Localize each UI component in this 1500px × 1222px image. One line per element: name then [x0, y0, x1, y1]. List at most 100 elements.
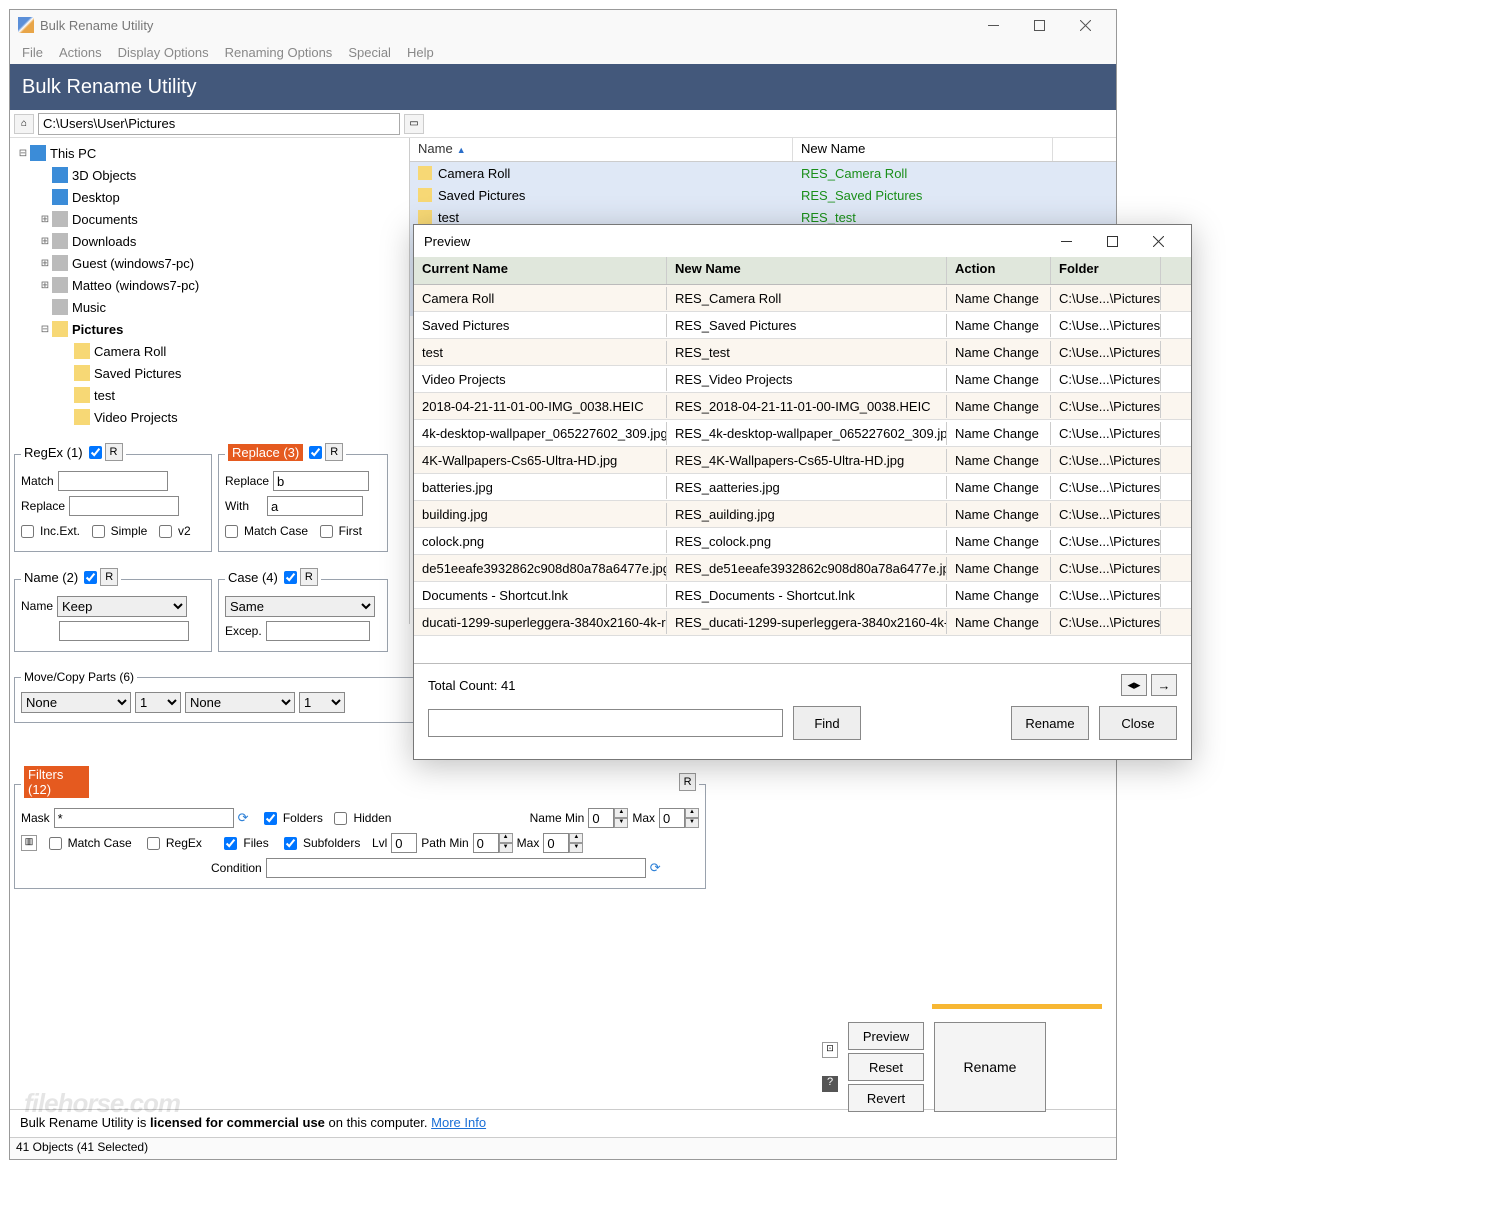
pv-col-current[interactable]: Current Name	[414, 257, 667, 284]
col-newname[interactable]: New Name	[793, 138, 1053, 161]
minimize-button[interactable]	[970, 11, 1016, 39]
tree-expand-icon[interactable]: ⊞	[38, 214, 52, 225]
dialog-maximize-button[interactable]	[1089, 227, 1135, 255]
name-enable-check[interactable]	[84, 571, 97, 584]
tree-expand-icon[interactable]: ⊞	[38, 258, 52, 269]
preview-row[interactable]: Camera RollRES_Camera RollName ChangeC:\…	[414, 285, 1191, 312]
reset-button[interactable]: Reset	[848, 1053, 924, 1081]
list-row[interactable]: Saved PicturesRES_Saved Pictures	[410, 184, 1116, 206]
col-name[interactable]: Name▲	[410, 138, 793, 161]
replace-enable-check[interactable]	[309, 446, 322, 459]
preview-row[interactable]: Saved PicturesRES_Saved PicturesName Cha…	[414, 312, 1191, 339]
menu-special[interactable]: Special	[340, 43, 399, 62]
name-reset[interactable]: R	[100, 568, 118, 586]
dialog-minimize-button[interactable]	[1043, 227, 1089, 255]
filters-lvl-input[interactable]	[391, 833, 417, 853]
pv-col-folder[interactable]: Folder	[1051, 257, 1161, 284]
case-select[interactable]: Same	[225, 596, 375, 617]
movecopy-count-1[interactable]: 1	[135, 692, 181, 713]
filters-folders-check[interactable]	[264, 812, 277, 825]
name-value-input[interactable]	[59, 621, 189, 641]
tree-item[interactable]: ⊞Guest (windows7-pc)	[10, 252, 409, 274]
dialog-close-button[interactable]	[1135, 227, 1181, 255]
filters-subfolders-check[interactable]	[284, 837, 297, 850]
nav-next-button[interactable]: →	[1151, 674, 1177, 696]
refresh-icon[interactable]: ⟳	[238, 810, 249, 826]
revert-button[interactable]: Revert	[848, 1084, 924, 1112]
tree-item[interactable]: 3D Objects	[10, 164, 409, 186]
filters-reset[interactable]: R	[679, 773, 696, 791]
tree-item[interactable]: ⊟This PC	[10, 142, 409, 164]
regex-v2-check[interactable]	[159, 525, 172, 538]
tree-item[interactable]: Camera Roll	[10, 340, 409, 362]
find-input[interactable]	[428, 709, 783, 737]
tree-item[interactable]: ⊞Matteo (windows7-pc)	[10, 274, 409, 296]
list-row[interactable]: Camera RollRES_Camera Roll	[410, 162, 1116, 184]
menu-renaming-options[interactable]: Renaming Options	[217, 43, 341, 62]
replace-replace-input[interactable]	[273, 471, 369, 491]
path-up-button[interactable]: ⌂	[14, 114, 34, 134]
tree-item[interactable]: ⊞Downloads	[10, 230, 409, 252]
pv-col-action[interactable]: Action	[947, 257, 1051, 284]
tree-expand-icon[interactable]: ⊞	[38, 236, 52, 247]
preview-row[interactable]: ducati-1299-superleggera-3840x2160-4k-ra…	[414, 609, 1191, 636]
find-button[interactable]: Find	[793, 706, 861, 740]
regex-match-input[interactable]	[58, 471, 168, 491]
tree-item[interactable]: ⊞Documents	[10, 208, 409, 230]
movecopy-count-2[interactable]: 1	[299, 692, 345, 713]
menu-display-options[interactable]: Display Options	[110, 43, 217, 62]
nav-fit-button[interactable]: ◂▸	[1121, 674, 1147, 696]
tree-item[interactable]: Video Projects	[10, 406, 409, 428]
tree-item[interactable]: test	[10, 384, 409, 406]
replace-reset[interactable]: R	[325, 443, 343, 461]
path-input[interactable]	[38, 113, 400, 135]
filters-matchcase-check[interactable]	[49, 837, 62, 850]
regex-replace-input[interactable]	[69, 496, 179, 516]
movecopy-select-2[interactable]: None	[185, 692, 295, 713]
preview-row[interactable]: Documents - Shortcut.lnkRES_Documents - …	[414, 582, 1191, 609]
filters-namemax-input[interactable]	[659, 808, 685, 828]
dialog-rename-button[interactable]: Rename	[1011, 706, 1089, 740]
target-icon[interactable]: ⊡	[822, 1042, 838, 1058]
preview-row[interactable]: Video ProjectsRES_Video ProjectsName Cha…	[414, 366, 1191, 393]
preview-row[interactable]: batteries.jpgRES_aatteries.jpgName Chang…	[414, 474, 1191, 501]
replace-first-check[interactable]	[320, 525, 333, 538]
preview-row[interactable]: de51eeafe3932862c908d80a78a6477e.jpgRES_…	[414, 555, 1191, 582]
regex-reset[interactable]: R	[105, 443, 123, 461]
rename-button[interactable]: Rename	[934, 1022, 1046, 1112]
preview-row[interactable]: 4K-Wallpapers-Cs65-Ultra-HD.jpgRES_4K-Wa…	[414, 447, 1191, 474]
tree-item[interactable]: Music	[10, 296, 409, 318]
menu-help[interactable]: Help	[399, 43, 442, 62]
more-info-link[interactable]: More Info	[431, 1115, 486, 1130]
preview-button[interactable]: Preview	[848, 1022, 924, 1050]
tree-expand-icon[interactable]: ⊟	[16, 148, 30, 159]
pv-col-new[interactable]: New Name	[667, 257, 947, 284]
regex-incext-check[interactable]	[21, 525, 34, 538]
tree-expand-icon[interactable]: ⊞	[38, 280, 52, 291]
case-enable-check[interactable]	[284, 571, 297, 584]
help-icon[interactable]: ?	[822, 1076, 838, 1092]
tree-item[interactable]: Desktop	[10, 186, 409, 208]
regex-simple-check[interactable]	[92, 525, 105, 538]
filters-files-check[interactable]	[224, 837, 237, 850]
case-reset[interactable]: R	[300, 568, 318, 586]
path-browse-button[interactable]: ▭	[404, 114, 424, 134]
name-select[interactable]: Keep	[57, 596, 187, 617]
regex-enable-check[interactable]	[89, 446, 102, 459]
filters-pathmax-input[interactable]	[543, 833, 569, 853]
maximize-button[interactable]	[1016, 11, 1062, 39]
case-excep-input[interactable]	[266, 621, 370, 641]
filters-condition-input[interactable]	[266, 858, 646, 878]
dialog-close-button-footer[interactable]: Close	[1099, 706, 1177, 740]
replace-matchcase-check[interactable]	[225, 525, 238, 538]
filters-namemin-input[interactable]	[588, 808, 614, 828]
tree-item[interactable]: ⊟Pictures	[10, 318, 409, 340]
preview-row[interactable]: 2018-04-21-11-01-00-IMG_0038.HEICRES_201…	[414, 393, 1191, 420]
preview-row[interactable]: building.jpgRES_auilding.jpgName ChangeC…	[414, 501, 1191, 528]
refresh-icon-2[interactable]: ⟳	[650, 860, 661, 876]
replace-with-input[interactable]	[267, 496, 363, 516]
preview-row[interactable]: 4k-desktop-wallpaper_065227602_309.jpgRE…	[414, 420, 1191, 447]
movecopy-select-1[interactable]: None	[21, 692, 131, 713]
preview-row[interactable]: testRES_testName ChangeC:\Use...\Picture…	[414, 339, 1191, 366]
filters-mask-input[interactable]	[54, 808, 234, 828]
